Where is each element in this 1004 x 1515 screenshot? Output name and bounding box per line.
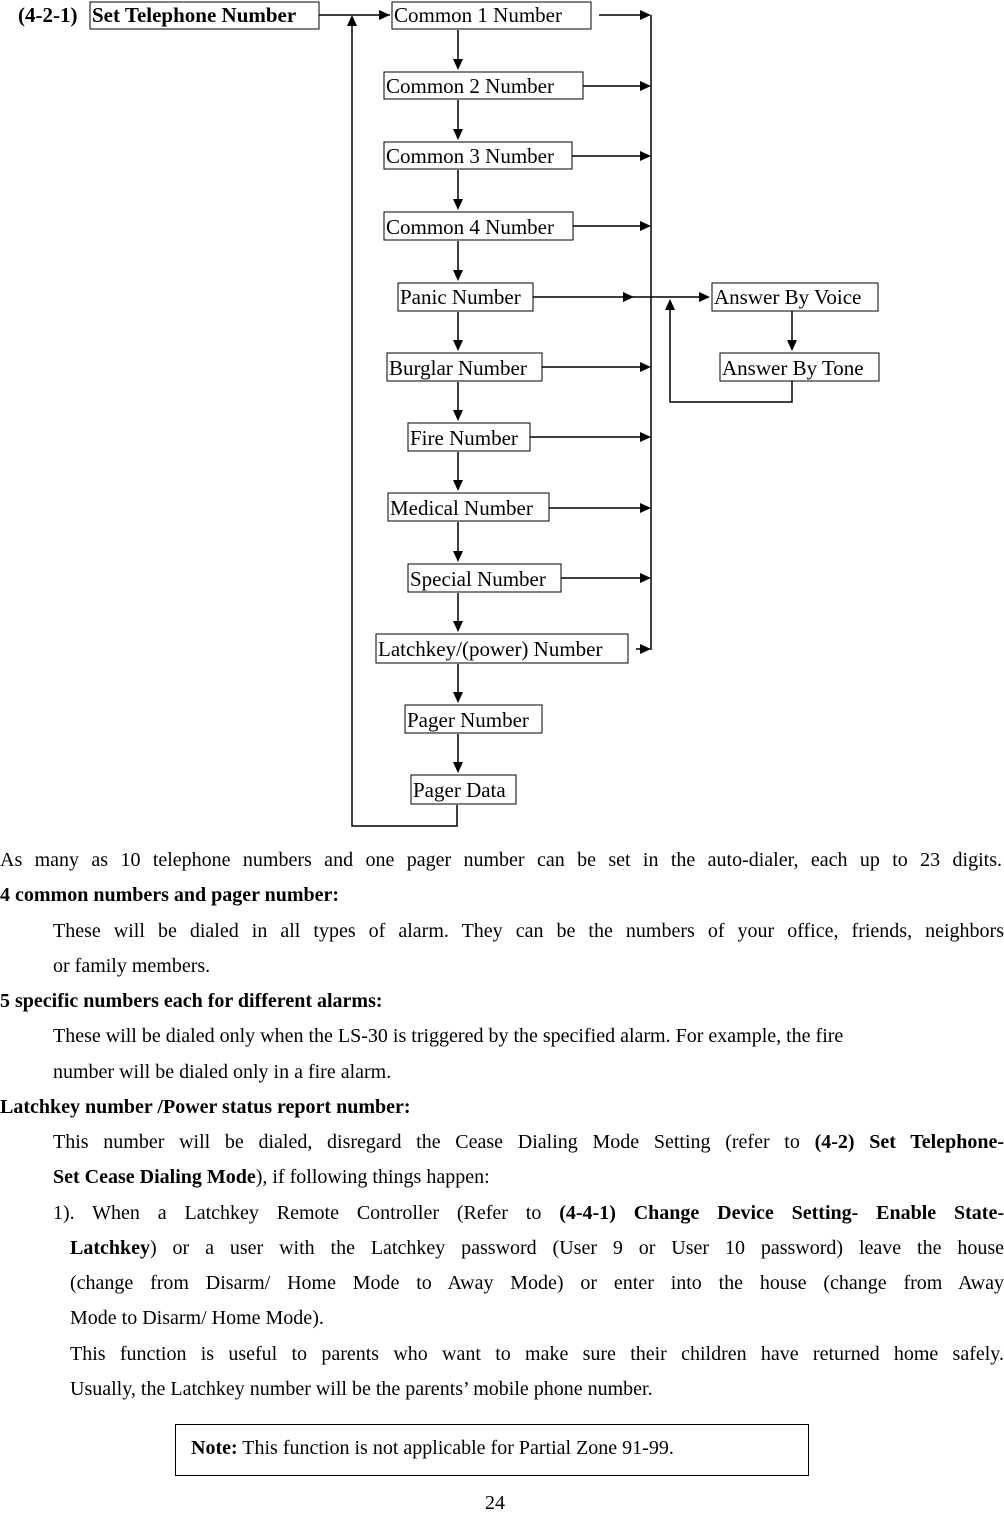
down-arrowhead	[453, 692, 463, 703]
svg-text:Answer By Voice: Answer By Voice	[714, 285, 861, 309]
svg-text:Common 4 Number: Common 4 Number	[386, 215, 554, 239]
root-node-label: Set Telephone Number	[92, 3, 296, 27]
svg-text:Medical Number: Medical Number	[390, 496, 533, 520]
svg-text:Common 3 Number: Common 3 Number	[386, 144, 554, 168]
svg-text:Special Number: Special Number	[410, 567, 546, 591]
node-panic: Panic Number	[397, 282, 534, 312]
cross-reference-device-setting: (4-4-1) Change Device Setting- Enable St…	[559, 1202, 1004, 1224]
cross-reference-cease-dialing: (4-2) Set Telephone-	[814, 1131, 1004, 1153]
section-text-specific-line2: number will be dialed only in a fire ala…	[53, 1061, 392, 1083]
node-to-trunk-arrowhead	[640, 573, 651, 583]
svg-text:Fire Number: Fire Number	[410, 426, 518, 450]
node-to-trunk-arrowhead	[640, 503, 651, 513]
tone-loop-line	[669, 302, 793, 403]
node-to-trunk-arrowhead	[640, 221, 651, 231]
svg-text:Common 1 Number: Common 1 Number	[394, 3, 562, 27]
node-pager-number: Pager Number	[404, 704, 543, 734]
down-arrowhead	[453, 410, 463, 421]
root-to-common1-arrowhead	[379, 10, 390, 20]
section-heading-common: 4 common numbers and pager number:	[0, 884, 340, 906]
diagram-connectors	[319, 10, 797, 827]
node-to-trunk-arrowhead	[640, 644, 651, 654]
panic-mid-arrowhead	[623, 292, 634, 302]
latchkey-item1-line1: 1). When a Latchkey Remote Controller (R…	[53, 1202, 1004, 1224]
latchkey-text-line2: Set Cease Dialing Mode), if following th…	[53, 1166, 490, 1188]
node-common-3: Common 3 Number	[383, 141, 573, 170]
down-arrowhead	[453, 762, 463, 773]
page-number: 24	[485, 1492, 505, 1514]
node-answer-by-tone: Answer By Tone	[719, 352, 880, 382]
section-heading-latchkey: Latchkey number /Power status report num…	[0, 1096, 411, 1118]
down-arrowhead	[453, 199, 463, 210]
section-text-common-line1: These will be dialed in all types of ala…	[53, 920, 1004, 942]
node-to-trunk-arrowhead	[640, 10, 651, 20]
latchkey-item1-line2: Latchkey) or a user with the Latchkey pa…	[70, 1237, 1004, 1259]
intro-paragraph: As many as 10 telephone numbers and one …	[0, 849, 1002, 871]
latchkey-usually-line: Usually, the Latchkey number will be the…	[70, 1378, 653, 1400]
svg-text:Panic Number: Panic Number	[400, 285, 521, 309]
down-arrowhead	[453, 270, 463, 281]
node-special: Special Number	[407, 563, 562, 593]
svg-text:Burglar Number: Burglar Number	[389, 356, 527, 380]
svg-text:Pager Data: Pager Data	[413, 778, 506, 802]
node-burglar: Burglar Number	[386, 352, 543, 382]
node-to-trunk-arrowhead	[640, 81, 651, 91]
node-to-trunk-arrowhead	[640, 432, 651, 442]
section-heading-specific: 5 specific numbers each for different al…	[0, 990, 383, 1012]
svg-text:Pager Number: Pager Number	[407, 708, 529, 732]
note-box: Note: This function is not applicable fo…	[175, 1424, 809, 1476]
voice-to-tone-arrowhead	[787, 340, 797, 351]
down-arrowhead	[453, 340, 463, 351]
down-arrowhead	[453, 59, 463, 70]
latchkey-text-line1: This number will be dialed, disregard th…	[53, 1131, 1004, 1153]
section-text-common-line2: or family members.	[53, 955, 211, 977]
latchkey-item1-line4: Mode to Disarm/ Home Mode).	[70, 1307, 324, 1329]
note-text: This function is not applicable for Part…	[237, 1437, 674, 1459]
telephone-number-flow-diagram: (4-2-1) Set Telephone Number Common 1 Nu…	[18, 1, 880, 827]
node-to-trunk-arrowhead	[640, 362, 651, 372]
node-fire: Fire Number	[407, 422, 531, 452]
node-to-trunk-arrowhead	[640, 151, 651, 161]
section-text-specific-line1: These will be dialed only when the LS-30…	[53, 1025, 844, 1047]
svg-text:Common 2 Number: Common 2 Number	[386, 74, 554, 98]
node-pager-data: Pager Data	[410, 774, 517, 805]
down-arrowhead	[453, 621, 463, 632]
latchkey-item1-line3: (change from Disarm/ Home Mode to Away M…	[70, 1272, 1004, 1294]
loop-arrowhead	[347, 15, 357, 26]
cross-reference-cease-dialing-cont: Set Cease Dialing Mode	[53, 1166, 256, 1188]
node-common-1: Common 1 Number	[391, 1, 592, 30]
node-medical: Medical Number	[387, 492, 550, 522]
svg-text:Answer By Tone: Answer By Tone	[722, 356, 864, 380]
down-arrowhead	[453, 480, 463, 491]
latchkey-usefulness-line: This function is useful to parents who w…	[70, 1343, 1004, 1365]
section-number: (4-2-1)	[18, 3, 77, 27]
node-common-4: Common 4 Number	[383, 211, 574, 241]
answer-voice-arrowhead	[699, 292, 710, 302]
node-common-2: Common 2 Number	[383, 71, 584, 100]
node-latchkey: Latchkey/(power) Number	[375, 633, 629, 664]
down-arrowhead	[453, 129, 463, 140]
note-label: Note:	[191, 1437, 238, 1459]
node-answer-by-voice: Answer By Voice	[711, 282, 879, 312]
svg-text:Latchkey/(power) Number: Latchkey/(power) Number	[378, 637, 603, 661]
down-arrowhead	[453, 551, 463, 562]
tone-loop-arrowhead	[665, 299, 675, 310]
